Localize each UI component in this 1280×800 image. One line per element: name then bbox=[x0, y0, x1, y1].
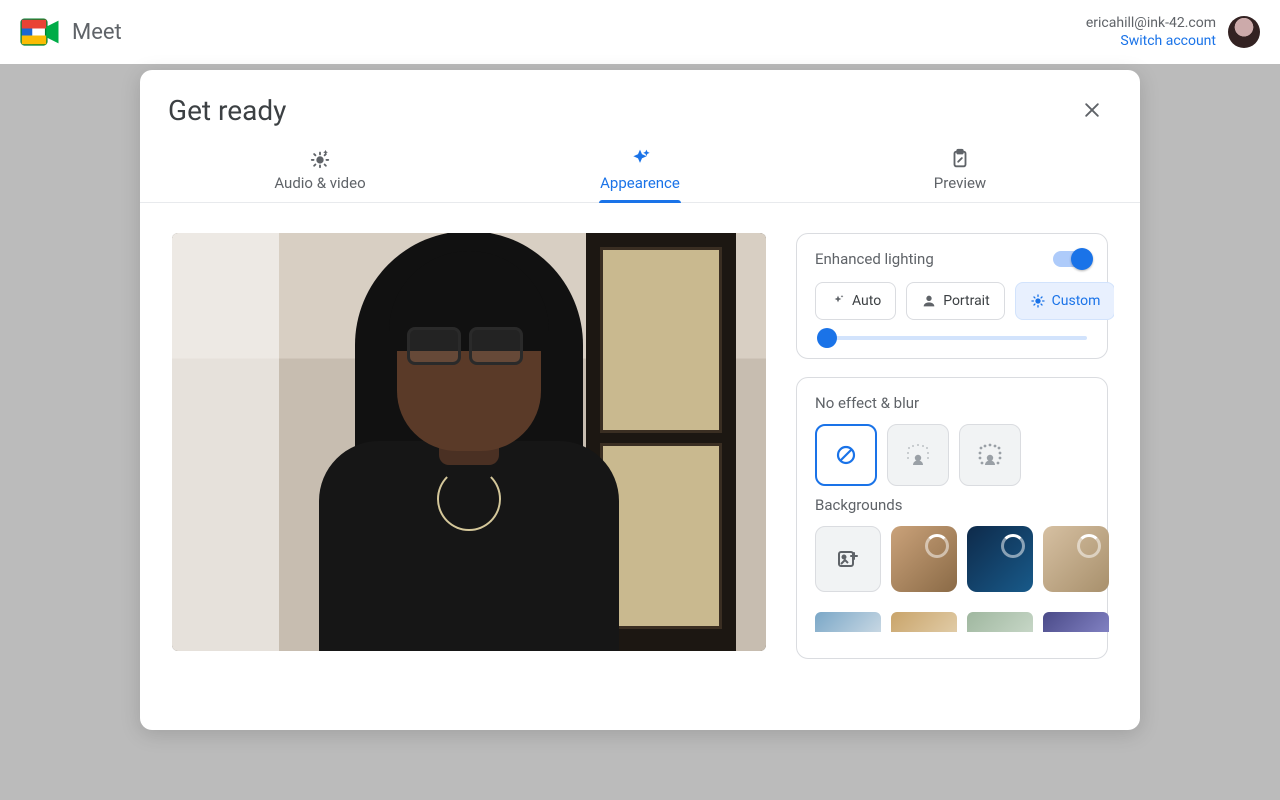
account-email: ericahill@ink-42.com bbox=[1086, 14, 1216, 32]
close-icon bbox=[1082, 100, 1102, 120]
sparkles-icon bbox=[629, 148, 651, 170]
background-option-4[interactable] bbox=[815, 612, 881, 632]
background-option-7[interactable] bbox=[1043, 612, 1109, 632]
effect-blur-strong[interactable] bbox=[959, 424, 1021, 486]
blur-strong-icon bbox=[973, 438, 1007, 472]
chip-label: Auto bbox=[852, 293, 881, 309]
background-upload[interactable] bbox=[815, 526, 881, 592]
lightbulb-icon bbox=[1030, 293, 1046, 309]
account-block: ericahill@ink-42.com Switch account bbox=[1086, 14, 1216, 50]
lighting-mode-portrait[interactable]: Portrait bbox=[906, 282, 1004, 320]
settings-sparkle-icon bbox=[309, 148, 331, 170]
blur-light-icon bbox=[901, 438, 935, 472]
no-effect-icon bbox=[834, 443, 858, 467]
tab-appearance[interactable]: Appearence bbox=[480, 136, 800, 202]
enhanced-lighting-card: Enhanced lighting Auto Portrait Custom bbox=[796, 233, 1108, 359]
settings-column: Enhanced lighting Auto Portrait Custom bbox=[796, 233, 1114, 720]
loading-spinner-icon bbox=[1001, 534, 1025, 558]
blur-card: No effect & blur Backgrounds bbox=[796, 377, 1108, 659]
meet-logo-icon bbox=[20, 14, 62, 50]
switch-account-link[interactable]: Switch account bbox=[1086, 32, 1216, 50]
chip-label: Portrait bbox=[943, 293, 989, 309]
lighting-slider[interactable] bbox=[817, 336, 1087, 340]
tab-label: Preview bbox=[934, 174, 986, 192]
background-option-3[interactable] bbox=[1043, 526, 1109, 592]
tab-audio-video[interactable]: Audio & video bbox=[160, 136, 480, 202]
lighting-mode-custom[interactable]: Custom bbox=[1015, 282, 1114, 320]
upload-image-icon bbox=[836, 547, 860, 571]
background-option-1[interactable] bbox=[891, 526, 957, 592]
blur-section-title: No effect & blur bbox=[815, 394, 1089, 412]
enhanced-lighting-toggle[interactable] bbox=[1053, 251, 1089, 267]
close-button[interactable] bbox=[1072, 90, 1112, 130]
lighting-mode-auto[interactable]: Auto bbox=[815, 282, 896, 320]
tab-label: Appearence bbox=[600, 174, 680, 192]
effect-none[interactable] bbox=[815, 424, 877, 486]
tabs: Audio & video Appearence Preview bbox=[140, 136, 1140, 203]
modal-title: Get ready bbox=[168, 94, 286, 127]
background-option-6[interactable] bbox=[967, 612, 1033, 632]
backgrounds-title: Backgrounds bbox=[815, 496, 1089, 514]
loading-spinner-icon bbox=[925, 534, 949, 558]
brand: Meet bbox=[20, 14, 122, 50]
clipboard-icon bbox=[949, 148, 971, 170]
chip-label: Custom bbox=[1052, 293, 1101, 309]
effect-blur-light[interactable] bbox=[887, 424, 949, 486]
get-ready-modal: Get ready Audio & video Appearence Previ… bbox=[140, 70, 1140, 730]
enhanced-lighting-label: Enhanced lighting bbox=[815, 250, 934, 268]
background-option-5[interactable] bbox=[891, 612, 957, 632]
tab-label: Audio & video bbox=[274, 174, 365, 192]
top-bar: Meet ericahill@ink-42.com Switch account bbox=[0, 0, 1280, 64]
sparkle-icon bbox=[830, 293, 846, 309]
video-preview bbox=[172, 233, 766, 651]
app-name: Meet bbox=[72, 20, 122, 45]
loading-spinner-icon bbox=[1077, 534, 1101, 558]
background-option-2[interactable] bbox=[967, 526, 1033, 592]
avatar[interactable] bbox=[1228, 16, 1260, 48]
tab-preview[interactable]: Preview bbox=[800, 136, 1120, 202]
person-icon bbox=[921, 293, 937, 309]
